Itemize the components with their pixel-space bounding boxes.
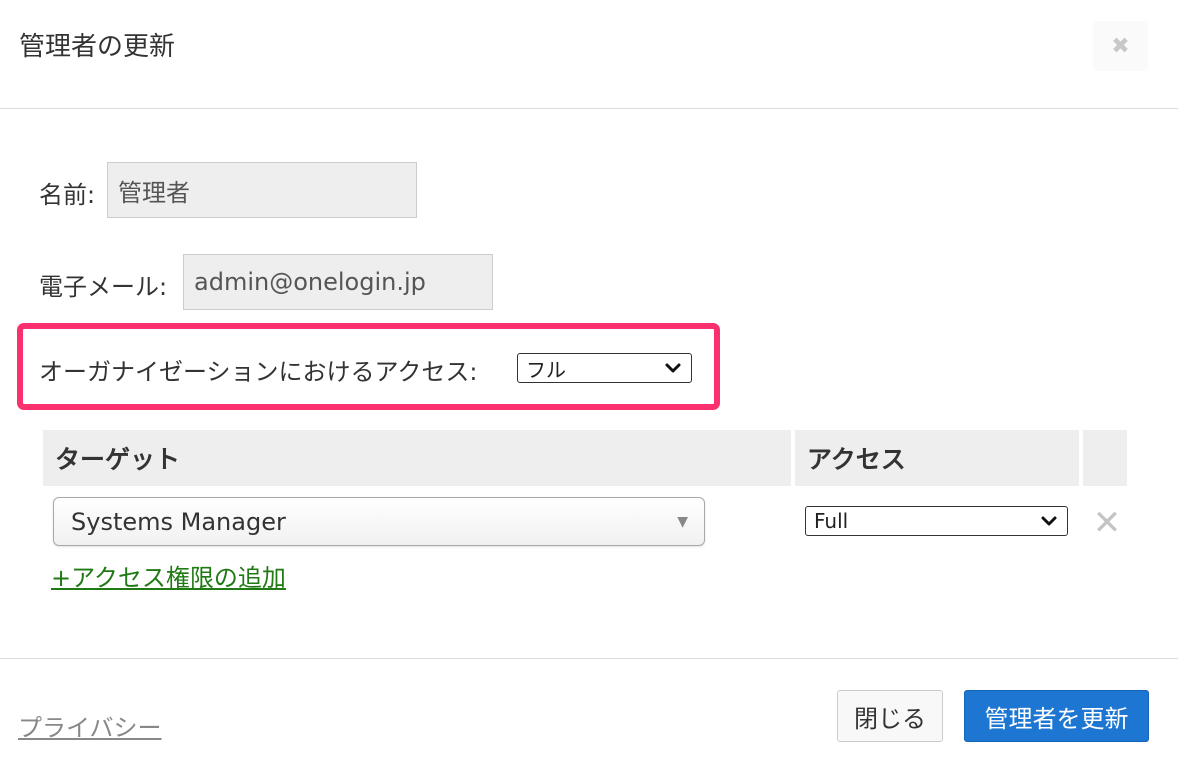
update-admin-button[interactable]: 管理者を更新 bbox=[964, 690, 1149, 742]
dialog-title: 管理者の更新 bbox=[19, 32, 176, 62]
name-label: 名前: bbox=[39, 181, 96, 209]
email-label: 電子メール: bbox=[39, 273, 168, 301]
chevron-down-icon bbox=[665, 363, 681, 373]
close-button[interactable]: 閉じる bbox=[837, 690, 943, 742]
add-access-link[interactable]: +アクセス権限の追加 bbox=[51, 558, 286, 593]
column-header-actions bbox=[1083, 430, 1127, 486]
column-header-access: アクセス bbox=[795, 430, 1079, 486]
access-level-select[interactable]: Full bbox=[805, 506, 1068, 536]
triangle-down-icon: ▼ bbox=[677, 513, 688, 530]
column-header-target: ターゲット bbox=[43, 430, 791, 486]
target-select[interactable]: Systems Manager ▼ bbox=[53, 497, 705, 546]
dialog-header: 管理者の更新 ✖ bbox=[0, 0, 1178, 109]
org-access-select[interactable]: フル bbox=[517, 353, 692, 383]
org-access-selected-value: フル bbox=[526, 357, 566, 382]
chevron-down-icon bbox=[1041, 516, 1057, 526]
email-field[interactable]: admin@onelogin.jp bbox=[183, 254, 493, 310]
remove-row-icon[interactable]: ✕ bbox=[1092, 505, 1122, 541]
footer-divider bbox=[0, 658, 1178, 659]
name-field[interactable]: 管理者 bbox=[107, 162, 417, 218]
org-access-label: オーガナイゼーションにおけるアクセス: bbox=[39, 358, 478, 386]
access-level-selected-value: Full bbox=[814, 509, 849, 533]
dialog-close-button[interactable]: ✖ bbox=[1093, 21, 1148, 71]
privacy-link[interactable]: プライバシー bbox=[18, 708, 162, 743]
close-icon: ✖ bbox=[1111, 33, 1130, 59]
target-selected-value: Systems Manager bbox=[71, 507, 286, 536]
